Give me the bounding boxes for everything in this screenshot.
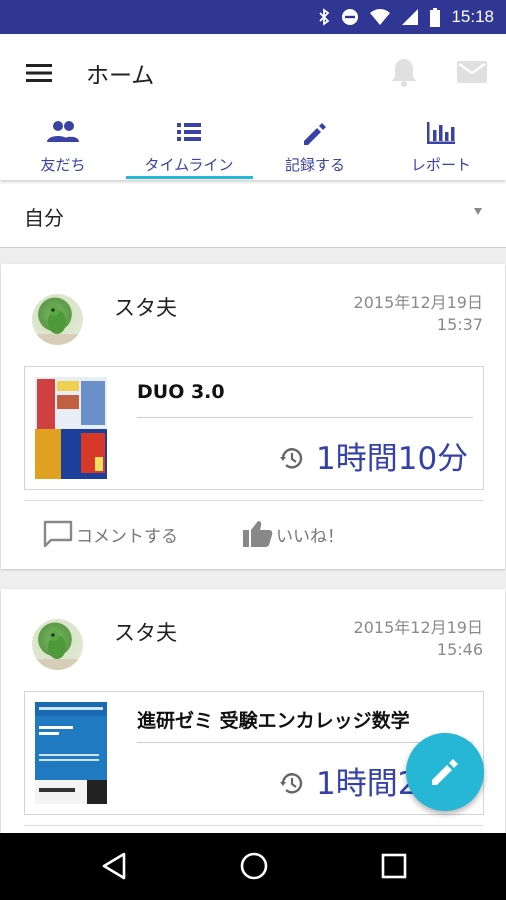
system-nav-bar	[0, 833, 506, 900]
like-label: いいね！	[276, 526, 344, 547]
back-icon[interactable]	[100, 851, 128, 881]
bar-chart-icon	[427, 122, 455, 144]
pencil-icon	[304, 123, 326, 145]
home-icon[interactable]	[239, 851, 269, 881]
study-record[interactable]: DUO 3.0 1時間10分	[24, 366, 484, 490]
tab-friends[interactable]: 友だち	[0, 112, 126, 180]
study-duration: 1時間10分	[316, 441, 469, 477]
divider	[137, 417, 473, 418]
comment-label: コメントする	[76, 526, 178, 547]
status-bar: 15:18	[0, 0, 506, 34]
book-cover	[35, 377, 107, 479]
post-time: 15:46	[436, 640, 483, 659]
tab-label: タイムライン	[144, 156, 234, 174]
menu-button[interactable]	[24, 59, 54, 87]
notifications-button[interactable]	[388, 56, 420, 88]
tab-label: 友だち	[40, 156, 86, 174]
battery-icon	[430, 7, 441, 27]
people-icon	[47, 121, 79, 142]
timeline-post: スタ夫 2015年12月19日 15:46 進研ゼミ 受験エンカレッジ数学 1時…	[1, 589, 505, 849]
post-timestamp: 2015年12月19日 15:46	[354, 617, 483, 661]
thumbs-up-icon	[243, 521, 273, 547]
comment-icon	[43, 520, 73, 548]
frog-mascot-icon	[32, 631, 83, 670]
tab-label: 記録する	[284, 156, 345, 174]
post-time: 15:37	[436, 315, 483, 334]
post-date: 2015年12月19日	[353, 618, 483, 637]
book-title: 進研ゼミ 受験エンカレッジ数学	[137, 710, 410, 732]
filter-value: 自分	[24, 206, 64, 230]
menu-icon	[26, 64, 52, 82]
book-cover	[35, 702, 107, 804]
messages-button[interactable]	[455, 58, 489, 86]
book-title: DUO 3.0	[137, 381, 225, 403]
dropdown-arrow-icon	[474, 208, 482, 215]
toolbar: ホーム	[0, 34, 506, 112]
list-icon	[177, 123, 201, 141]
post-timestamp: 2015年12月19日 15:37	[354, 292, 483, 336]
tab-timeline[interactable]: タイムライン	[126, 112, 252, 180]
tab-indicator	[126, 176, 253, 179]
avatar[interactable]	[32, 294, 83, 345]
do-not-disturb-icon	[342, 9, 359, 25]
page-title: ホーム	[86, 63, 155, 89]
compose-fab[interactable]	[406, 733, 484, 811]
status-time: 15:18	[451, 7, 494, 26]
avatar[interactable]	[32, 619, 83, 670]
post-username[interactable]: スタ夫	[114, 617, 177, 647]
post-date: 2015年12月19日	[353, 293, 483, 312]
mail-icon	[457, 61, 487, 83]
bell-icon	[392, 59, 416, 87]
bluetooth-icon	[319, 8, 330, 26]
comment-button[interactable]: コメントする	[42, 519, 178, 549]
app-bar: ホーム 友だち タイムライン 記録する レポート	[0, 34, 506, 180]
tab-report[interactable]: レポート	[378, 112, 504, 180]
tab-label: レポート	[410, 156, 471, 174]
wifi-icon	[370, 9, 391, 25]
post-username[interactable]: スタ夫	[114, 292, 177, 322]
history-clock-icon	[280, 773, 303, 794]
history-clock-icon	[280, 448, 303, 469]
timeline-post: スタ夫 2015年12月19日 15:37 DUO 3.0 1時間10分 コメン…	[1, 264, 505, 569]
tab-bar: 友だち タイムライン 記録する レポート	[0, 112, 506, 180]
user-filter-select[interactable]: 自分	[0, 180, 506, 248]
pencil-icon	[432, 759, 458, 785]
signal-icon	[402, 9, 419, 25]
study-duration: 1時間2	[316, 766, 418, 802]
tab-record[interactable]: 記録する	[252, 112, 378, 180]
post-actions: コメントする いいね！	[24, 500, 483, 570]
frog-mascot-icon	[32, 306, 83, 345]
recents-icon[interactable]	[380, 851, 408, 881]
like-button[interactable]: いいね！	[242, 519, 344, 549]
